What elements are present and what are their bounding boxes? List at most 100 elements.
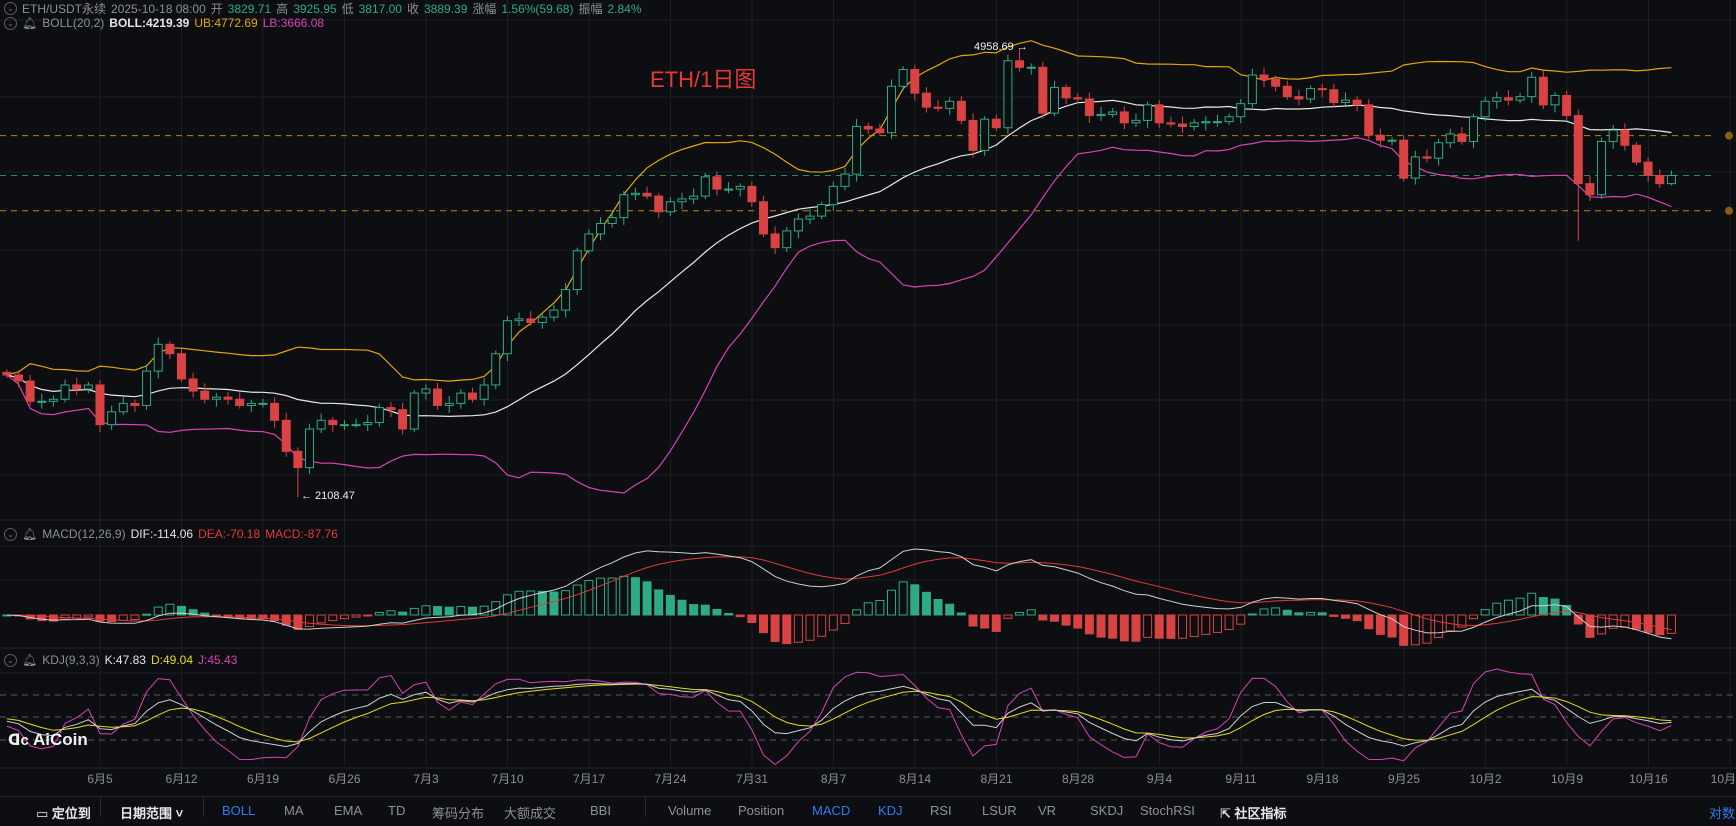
candle-up[interactable]: [1108, 111, 1118, 115]
candle-down[interactable]: [1119, 111, 1129, 124]
candle-up[interactable]: [572, 250, 582, 291]
alert-marker-icon[interactable]: [1725, 131, 1733, 140]
candle-down[interactable]: [758, 201, 768, 235]
candle-up[interactable]: [1515, 96, 1525, 101]
candle-up[interactable]: [1434, 142, 1444, 159]
boll-name[interactable]: BOLL(20,2): [42, 16, 104, 30]
candle-up[interactable]: [619, 194, 629, 219]
candle-down[interactable]: [747, 185, 757, 203]
candle-up[interactable]: [1003, 60, 1013, 129]
candle-up[interactable]: [945, 100, 955, 109]
candle-down[interactable]: [1538, 76, 1548, 106]
candle-up[interactable]: [817, 204, 827, 217]
candle-up[interactable]: [1224, 116, 1234, 123]
indicator-rsi-button[interactable]: RSI: [930, 803, 952, 818]
candle-down[interactable]: [176, 353, 186, 380]
candle-down[interactable]: [467, 392, 477, 400]
indicator-筹码分布-button[interactable]: 筹码分布: [432, 803, 484, 822]
date-range-dropdown[interactable]: 日期范围 ˅: [120, 803, 183, 822]
log-scale-toggle[interactable]: 对数: [1709, 803, 1735, 822]
candle-up[interactable]: [1096, 113, 1106, 117]
candle-up[interactable]: [363, 421, 373, 426]
candle-down[interactable]: [72, 384, 82, 390]
candle-up[interactable]: [305, 428, 315, 469]
candle-up[interactable]: [502, 320, 512, 355]
candle-down[interactable]: [1038, 66, 1048, 114]
candle-down[interactable]: [1294, 96, 1304, 100]
bell-icon[interactable]: 🔔︎: [22, 653, 37, 667]
symbol-name[interactable]: ETH/USDT永续: [22, 0, 106, 17]
candle-down[interactable]: [1573, 115, 1583, 185]
candle-down[interactable]: [968, 119, 978, 151]
candle-up[interactable]: [258, 402, 268, 405]
candle-up[interactable]: [689, 195, 699, 200]
indicator-stochrsi-button[interactable]: StochRSI: [1140, 803, 1195, 818]
candle-up[interactable]: [444, 402, 454, 406]
candle-down[interactable]: [1352, 99, 1362, 106]
candle-up[interactable]: [60, 384, 70, 400]
candle-up[interactable]: [1131, 119, 1141, 124]
indicator-skdj-button[interactable]: SKDJ: [1090, 803, 1123, 818]
alert-marker-icon[interactable]: [1725, 206, 1733, 215]
candle-up[interactable]: [1666, 175, 1676, 185]
candle-up[interactable]: [1212, 121, 1222, 124]
candlestick-chart[interactable]: 6月5 6月12 6月19 6月26 7月3 7月10 7月17 7月24 7月31 8月7 8月1…: [0, 0, 1736, 796]
candle-down[interactable]: [1259, 74, 1269, 80]
candle-up[interactable]: [852, 126, 862, 175]
candle-up[interactable]: [246, 402, 256, 406]
candle-up[interactable]: [805, 215, 815, 220]
indicator-ma-button[interactable]: MA: [284, 803, 304, 818]
indicator-macd-button[interactable]: MACD: [812, 803, 850, 818]
candle-up[interactable]: [316, 419, 326, 430]
candle-down[interactable]: [910, 68, 920, 94]
candle-down[interactable]: [875, 128, 885, 134]
candle-down[interactable]: [712, 176, 722, 190]
candle-down[interactable]: [25, 380, 35, 402]
candle-down[interactable]: [1329, 89, 1339, 103]
collapse-icon[interactable]: ⌄: [4, 527, 17, 541]
candle-down[interactable]: [642, 192, 652, 197]
kdj-name[interactable]: KDJ(9,3,3): [42, 653, 99, 667]
candle-down[interactable]: [991, 118, 1001, 129]
candle-down[interactable]: [1503, 97, 1513, 101]
candle-down[interactable]: [1364, 104, 1374, 136]
candle-down[interactable]: [386, 407, 396, 411]
candle-up[interactable]: [351, 424, 361, 427]
candle-down[interactable]: [1643, 161, 1653, 176]
candle-down[interactable]: [188, 378, 198, 392]
candle-down[interactable]: [1399, 139, 1409, 179]
candle-up[interactable]: [374, 407, 384, 423]
collapse-icon[interactable]: ⌄: [4, 2, 17, 15]
candle-down[interactable]: [398, 409, 408, 430]
candle-up[interactable]: [514, 318, 524, 322]
candle-up[interactable]: [1608, 129, 1618, 142]
candle-up[interactable]: [561, 289, 571, 311]
indicator-大额成交-button[interactable]: 大额成交: [504, 803, 556, 822]
collapse-icon[interactable]: ⌄: [4, 653, 17, 667]
candle-up[interactable]: [456, 392, 466, 404]
collapse-icon[interactable]: ⌄: [4, 16, 17, 30]
indicator-vr-button[interactable]: VR: [1038, 803, 1056, 818]
bell-icon[interactable]: 🔔︎: [22, 16, 37, 30]
candle-up[interactable]: [1597, 140, 1607, 196]
candle-up[interactable]: [607, 217, 617, 224]
candle-up[interactable]: [898, 68, 908, 87]
locate-button[interactable]: ▭ 定位到: [36, 803, 91, 822]
candle-down[interactable]: [1073, 97, 1083, 100]
indicator-td-button[interactable]: TD: [388, 803, 405, 818]
candle-up[interactable]: [153, 343, 163, 372]
candle-up[interactable]: [724, 188, 734, 191]
candle-down[interactable]: [433, 388, 443, 406]
candle-down[interactable]: [1084, 98, 1094, 117]
candle-up[interactable]: [677, 198, 687, 203]
candle-up[interactable]: [630, 192, 640, 196]
candle-down[interactable]: [130, 402, 140, 406]
indicator-bbi-button[interactable]: BBI: [590, 803, 611, 818]
candle-up[interactable]: [735, 185, 745, 190]
candle-down[interactable]: [281, 419, 291, 452]
candle-down[interactable]: [921, 92, 931, 108]
candle-up[interactable]: [549, 309, 559, 318]
candle-up[interactable]: [1143, 104, 1153, 121]
candle-down[interactable]: [95, 384, 105, 426]
candle-up[interactable]: [48, 398, 58, 402]
